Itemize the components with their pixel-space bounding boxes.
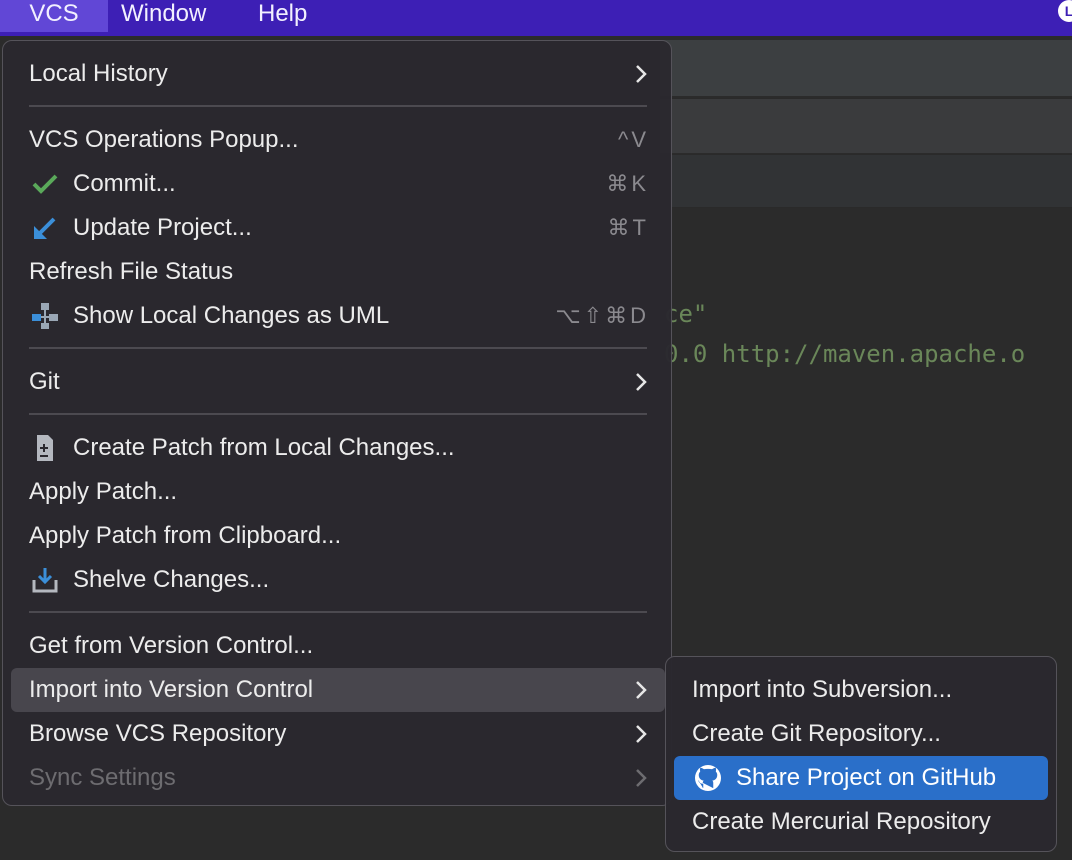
menu-item-label: Get from Version Control... (29, 632, 314, 659)
chevron-right-icon (636, 681, 647, 699)
menu-item-label: Create Mercurial Repository (692, 808, 991, 835)
menu-item-label: Show Local Changes as UML (73, 302, 390, 329)
code-line: 0.0 http://maven.apache.o (664, 340, 1026, 368)
menu-item-label: Share Project on GitHub (736, 764, 997, 791)
menu-item-git[interactable]: Git (11, 360, 665, 404)
submenu-item-import-subversion[interactable]: Import into Subversion... (674, 668, 1048, 712)
menu-item-apply-patch-clipboard[interactable]: Apply Patch from Clipboard... (11, 514, 665, 558)
menu-item-show-local-changes-uml[interactable]: Show Local Changes as UML ⌥⇧⌘D (11, 294, 665, 338)
chevron-right-icon (636, 769, 647, 787)
menu-item-commit[interactable]: Commit... ⌘K (11, 162, 665, 206)
menu-item-refresh-file-status[interactable]: Refresh File Status (11, 250, 665, 294)
menu-item-create-patch[interactable]: Create Patch from Local Changes... (11, 426, 665, 470)
status-menu-icon[interactable]: L (1058, 0, 1072, 22)
menu-item-shelve-changes[interactable]: Shelve Changes... (11, 558, 665, 602)
menu-item-label: Local History (29, 60, 168, 87)
menu-item-label: Apply Patch... (29, 478, 178, 505)
menu-item-browse-vcs-repo[interactable]: Browse VCS Repository (11, 712, 665, 756)
shortcut: ⌘T (607, 215, 649, 240)
update-arrow-icon (34, 217, 56, 239)
menu-item-label: Import into Version Control (29, 676, 314, 703)
github-icon (695, 765, 721, 791)
menu-item-label: Git (29, 368, 60, 395)
menu-item-sync-settings: Sync Settings (11, 756, 665, 800)
menu-item-label: Create Patch from Local Changes... (73, 434, 455, 461)
submenu-item-share-github[interactable]: Share Project on GitHub (674, 756, 1048, 800)
menu-item-label: Refresh File Status (29, 258, 234, 285)
shortcut: ⌥⇧⌘D (555, 303, 649, 328)
menu-item-label: Create Git Repository... (692, 720, 941, 747)
editor-tabs (660, 98, 1072, 153)
menu-item-import-into-vcs[interactable]: Import into Version Control (11, 668, 665, 712)
submenu-item-create-git-repo[interactable]: Create Git Repository... (674, 712, 1048, 756)
uml-diagram-icon (32, 303, 58, 329)
vcs-menu: Local History VCS Operations Popup... ^V… (2, 40, 672, 806)
ide-toolbar (660, 40, 1072, 96)
menu-item-label: Shelve Changes... (73, 566, 270, 593)
menu-item-vcs-operations-popup[interactable]: VCS Operations Popup... ^V (11, 118, 665, 162)
menu-item-get-from-vcs[interactable]: Get from Version Control... (11, 624, 665, 668)
menu-item-label: Sync Settings (29, 764, 176, 791)
chevron-right-icon (636, 725, 647, 743)
menu-help[interactable]: Help (258, 0, 307, 32)
patch-file-icon (37, 435, 53, 461)
chevron-right-icon (636, 373, 647, 391)
menu-window[interactable]: Window (121, 0, 206, 32)
menu-vcs[interactable]: VCS (0, 0, 108, 32)
menu-item-label: Import into Subversion... (692, 676, 953, 703)
menu-separator (29, 413, 647, 415)
submenu-item-create-mercurial[interactable]: Create Mercurial Repository (674, 800, 1048, 844)
menu-item-update-project[interactable]: Update Project... ⌘T (11, 206, 665, 250)
menu-item-label: Commit... (73, 170, 176, 197)
menu-item-label: Browse VCS Repository (29, 720, 287, 747)
menu-separator (29, 347, 647, 349)
shortcut: ^V (618, 127, 649, 152)
import-submenu: Import into Subversion... Create Git Rep… (665, 656, 1057, 852)
menu-item-local-history[interactable]: Local History (11, 52, 665, 96)
menu-item-apply-patch[interactable]: Apply Patch... (11, 470, 665, 514)
check-icon (32, 174, 58, 194)
menu-item-label: Update Project... (73, 214, 252, 241)
shortcut: ⌘K (606, 171, 649, 196)
chevron-right-icon (636, 65, 647, 83)
shelve-icon (32, 568, 58, 593)
menu-separator (29, 105, 647, 107)
menu-separator (29, 611, 647, 613)
editor-breadcrumb (660, 154, 1072, 208)
menu-bar: VCS Window Help L (0, 0, 1072, 36)
menu-item-label: Apply Patch from Clipboard... (29, 522, 342, 549)
menu-item-label: VCS Operations Popup... (29, 126, 299, 153)
